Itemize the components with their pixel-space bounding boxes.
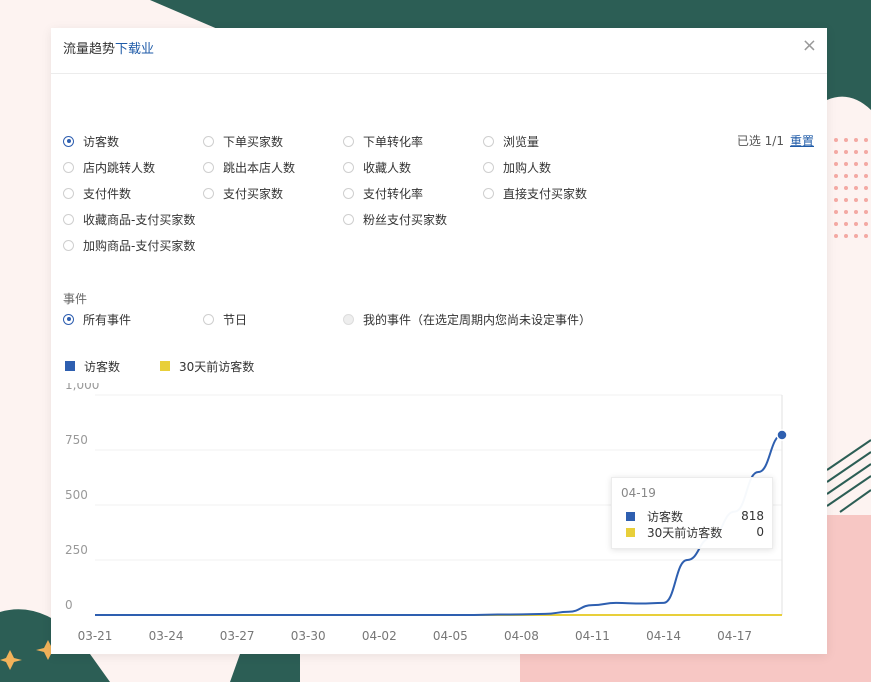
event-option-all[interactable]: 所有事件 [63,310,131,328]
tooltip-value: 818 [741,509,764,523]
x-tick-label: 04-05 [433,629,468,643]
tooltip-label: 访客数 [647,509,684,524]
x-tick-label: 03-27 [220,629,255,643]
event-option-my-events: 我的事件（在选定周期内您尚未设定事件） [343,310,591,328]
close-icon[interactable]: × [802,36,817,56]
x-tick-label: 03-24 [149,629,184,643]
legend-label: 30天前访客数 [179,359,255,374]
x-tick-label: 03-30 [291,629,326,643]
radio-icon [483,161,494,173]
radio-icon [203,187,214,199]
metric-option-fan-paid-buyers[interactable]: 粉丝支付买家数 [343,210,447,228]
radio-icon [343,161,354,173]
metric-option-label: 下单转化率 [363,134,424,149]
radio-icon [343,135,354,147]
y-tick-label: 250 [65,543,88,557]
metric-option-label: 店内跳转人数 [83,160,156,175]
radio-icon [63,135,74,147]
metric-option-label: 收藏商品-支付买家数 [83,212,196,227]
metric-option-order-conversion[interactable]: 下单转化率 [343,132,423,150]
radio-icon [343,313,354,325]
metric-option-paid-items[interactable]: 支付件数 [63,184,131,202]
legend-swatch [65,361,75,371]
metric-option-label: 支付转化率 [363,186,424,201]
metric-option-label: 跳出本店人数 [223,160,296,175]
radio-icon [63,161,74,173]
radio-icon [343,213,354,225]
tooltip-row-visitors: 访客数 818 [626,508,764,524]
x-axis: 03-21 03-24 03-27 03-30 04-02 04-05 04-08 04-11… [78,629,752,643]
tooltip-row-visitors-30d-ago: 30天前访客数 0 [626,524,764,540]
y-tick-label: 1,000 [65,383,99,392]
metric-option-label: 加购人数 [503,160,552,175]
chart-legend: 访客数 30天前访客数 [65,358,294,374]
metric-option-label: 下单买家数 [223,134,284,149]
tooltip-swatch [626,527,635,537]
x-tick-label: 04-14 [646,629,681,643]
chart-tooltip: 04-19 访客数 818 30天前访客数 0 [611,477,773,549]
y-tick-label: 750 [65,433,88,447]
y-tick-label: 500 [65,488,88,502]
traffic-trend-dialog: 流量趋势下载业 × 访客数 下单买家数 下单转化率 浏览量 店内跳转人数 跳出本… [51,28,827,654]
radio-icon [63,213,74,225]
metric-option-add-to-cart[interactable]: 加购人数 [483,158,551,176]
radio-icon [63,239,74,251]
metric-option-label: 访客数 [83,134,120,149]
metric-option-internal-jump[interactable]: 店内跳转人数 [63,158,155,176]
radio-icon [63,313,74,325]
metric-option-favorites[interactable]: 收藏人数 [343,158,411,176]
selected-count-text: 已选 1/1 [736,134,784,148]
radio-icon [63,187,74,199]
metric-option-direct-paid-buyers[interactable]: 直接支付买家数 [483,184,587,202]
event-option-label: 我的事件（在选定周期内您尚未设定事件） [363,312,592,327]
metric-option-bounce[interactable]: 跳出本店人数 [203,158,295,176]
metric-option-cart-paid-buyers[interactable]: 加购商品-支付买家数 [63,236,195,254]
event-option-label: 节日 [223,312,248,327]
tooltip-value: 0 [756,525,764,539]
event-option-label: 所有事件 [83,312,132,327]
radio-icon [483,135,494,147]
metric-option-label: 加购商品-支付买家数 [83,238,196,253]
metric-option-paid-buyers[interactable]: 支付买家数 [203,184,283,202]
radio-icon [343,187,354,199]
metric-option-label: 支付买家数 [223,186,284,201]
x-tick-label: 04-11 [575,629,610,643]
metric-option-favorite-paid-buyers[interactable]: 收藏商品-支付买家数 [63,210,195,228]
metric-option-payment-conversion[interactable]: 支付转化率 [343,184,423,202]
download-link[interactable]: 下载业 [115,42,154,57]
highlight-point [776,429,788,441]
radio-icon [203,161,214,173]
reset-button[interactable]: 重置 [790,134,814,148]
y-tick-label: 0 [65,598,73,612]
metric-option-label: 浏览量 [503,134,540,149]
dialog-header: 流量趋势下载业 × [51,28,827,74]
tooltip-label: 30天前访客数 [647,525,723,540]
radio-icon [203,313,214,325]
x-tick-label: 04-02 [362,629,397,643]
radio-icon [483,187,494,199]
legend-item-visitors-30d-ago[interactable]: 30天前访客数 [160,358,254,375]
events-section-label: 事件 [63,292,88,306]
x-tick-label: 04-08 [504,629,539,643]
dialog-title-text: 流量趋势 [63,42,116,57]
metric-option-order-buyers[interactable]: 下单买家数 [203,132,283,150]
metric-option-pageviews[interactable]: 浏览量 [483,132,539,150]
tooltip-swatch [626,511,635,521]
metric-option-label: 支付件数 [83,186,132,201]
metric-option-label: 直接支付买家数 [503,186,588,201]
x-tick-label: 04-17 [717,629,752,643]
radio-icon [203,135,214,147]
event-option-holidays[interactable]: 节日 [203,310,247,328]
dialog-title: 流量趋势下载业 [63,38,154,57]
legend-swatch [160,361,171,371]
metric-option-visitors[interactable]: 访客数 [63,132,119,150]
y-axis: 1,000 750 500 250 0 [65,383,99,612]
selected-count: 已选 1/1 重置 [737,132,814,149]
metric-option-label: 粉丝支付买家数 [363,212,448,227]
metric-option-label: 收藏人数 [363,160,412,175]
tooltip-date: 04-19 [621,486,656,500]
x-tick-label: 03-21 [78,629,113,643]
legend-label: 访客数 [84,359,121,374]
legend-item-visitors[interactable]: 访客数 [65,358,120,375]
